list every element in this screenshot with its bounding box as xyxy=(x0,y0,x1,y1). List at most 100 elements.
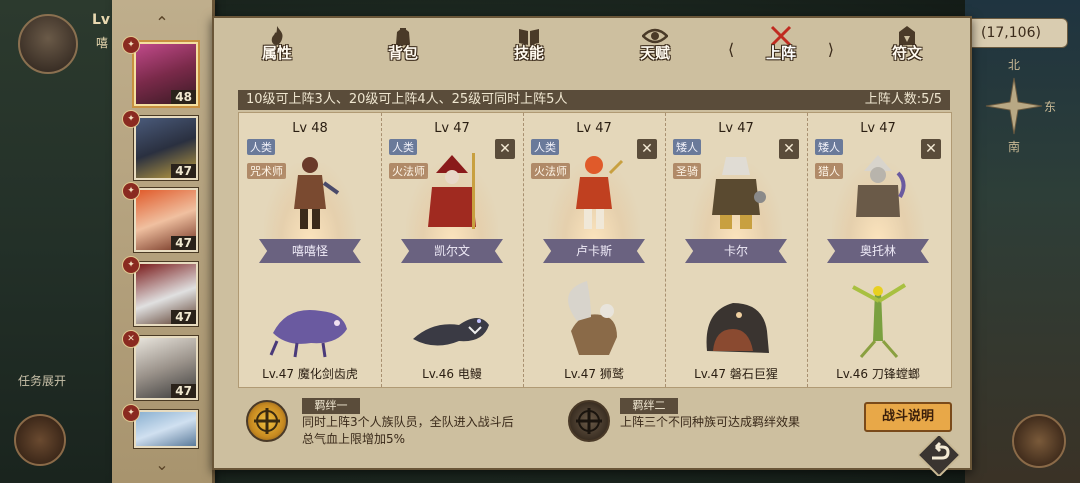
compass-rose-icon xyxy=(985,77,1043,135)
bond-one-description: 同时上阵3个人族队员，全队进入战斗后 总气血上限增加5% xyxy=(302,414,542,448)
class-badge-icon: ✕ xyxy=(122,330,140,348)
tab-formation[interactable]: ⟨ 上阵 ⟩ xyxy=(718,18,844,78)
tab-label: 技能 xyxy=(513,44,544,62)
party-slot-level: 48 xyxy=(171,90,196,104)
class-badge-icon: ✦ xyxy=(122,36,140,54)
member-name-banner: 凯尔文 xyxy=(401,239,503,263)
member-level: Lv 47 xyxy=(860,121,896,136)
party-slot-level: 47 xyxy=(171,164,196,178)
battle-instructions-button[interactable]: 战斗说明 xyxy=(864,402,952,432)
remove-member-button[interactable]: ✕ xyxy=(495,139,515,159)
player-level-label: Lv xyxy=(92,12,111,28)
character-figure-image xyxy=(712,157,766,229)
formation-notice: 10级可上阵3人、20级可上阵4人、25级可同时上阵5人 上阵人数:5/5 xyxy=(238,90,950,110)
member-card[interactable]: Lv 47 人类 火法师 ✕ 凯尔文 Lv.46 电鳗 xyxy=(381,113,524,387)
pet-image xyxy=(413,318,489,346)
tab-bar: 属性 背包 技能 天赋 ⟨ 上阵 ⟩ 符文 xyxy=(214,18,970,78)
member-race-tag: 人类 xyxy=(247,139,275,155)
player-avatar[interactable] xyxy=(18,14,78,74)
compass-north: 北 xyxy=(1008,58,1021,72)
tab-label: 属性 xyxy=(261,44,292,62)
party-scroll-down-icon[interactable]: ⌄ xyxy=(150,457,174,473)
member-race-tag: 人类 xyxy=(389,139,417,155)
tab-runes[interactable]: 符文 xyxy=(844,18,970,78)
bond-two-desc-line1: 上阵三个不同种族可达成羁绊效果 xyxy=(620,415,801,429)
remove-member-button[interactable]: ✕ xyxy=(921,139,941,159)
pet-label: Lv.46 刀锋螳螂 xyxy=(836,367,920,381)
member-card[interactable]: Lv 47 矮人 猎人 ✕ 奥托林 Lv.46 刀锋螳螂 xyxy=(807,113,949,387)
bond-two-title: 羁绊二 xyxy=(620,398,678,414)
formation-panel: 属性 背包 技能 天赋 ⟨ 上阵 ⟩ 符文 10级可上阵3人、20级可上阵4人、… xyxy=(212,16,972,470)
tab-attributes[interactable]: 属性 xyxy=(214,18,340,78)
party-slot-2[interactable]: 47 xyxy=(134,116,198,180)
bond-one-icon[interactable] xyxy=(246,400,288,442)
tab-skills[interactable]: 技能 xyxy=(466,18,592,78)
map-background-right xyxy=(965,0,1080,483)
tab-label: 天赋 xyxy=(639,44,670,62)
party-scroll-up-icon[interactable]: ⌃ xyxy=(150,15,174,31)
formation-rule-text: 10级可上阵3人、20级可上阵4人、25级可同时上阵5人 xyxy=(246,92,568,107)
map-background-left xyxy=(0,0,120,483)
pet-image xyxy=(568,281,617,355)
class-badge-icon: ✦ xyxy=(122,182,140,200)
character-figure-image xyxy=(576,156,624,229)
party-sidebar: ⌃ ✦ 48 ✦ 47 ✦ 47 ✦ 47 ✕ 47 ✦ ⌄ xyxy=(112,0,215,483)
task-expand-button[interactable]: 任务展开 xyxy=(18,372,66,389)
tab-backpack[interactable]: 背包 xyxy=(340,18,466,78)
class-badge-icon: ✦ xyxy=(122,256,140,274)
member-card[interactable]: Lv 48 人类 咒术师 嘻嘻怪 Lv.47 魔化剑齿虎 xyxy=(239,113,382,387)
party-slot-5[interactable]: 47 xyxy=(134,336,198,400)
pet-image xyxy=(706,303,769,353)
compass-south: 南 xyxy=(1008,140,1021,154)
member-name-banner: 卢卡斯 xyxy=(543,239,645,263)
bond-two-icon[interactable] xyxy=(568,400,610,442)
party-slot-level: 47 xyxy=(171,310,196,324)
bond-two-description: 上阵三个不同种族可达成羁绊效果 xyxy=(620,414,840,431)
character-figure-image xyxy=(856,155,906,217)
formation-roster: Lv 48 人类 咒术师 嘻嘻怪 Lv.47 魔化剑齿虎 Lv 47 人类 火法… xyxy=(238,112,952,388)
party-slot-4[interactable]: 47 xyxy=(134,262,198,326)
left-action-button[interactable] xyxy=(14,414,66,466)
member-name-banner: 卡尔 xyxy=(685,239,787,263)
member-level: Lv 47 xyxy=(718,121,754,136)
pet-label: Lv.47 狮鹫 xyxy=(564,367,624,381)
party-slot-level: 47 xyxy=(171,236,196,250)
member-card[interactable]: Lv 47 人类 火法师 ✕ 卢卡斯 Lv.47 狮鹫 xyxy=(523,113,666,387)
party-slot-level: 47 xyxy=(171,384,196,398)
party-slot-6[interactable] xyxy=(134,410,198,448)
tab-talents[interactable]: 天赋 xyxy=(592,18,718,78)
pet-label: Lv.46 电鳗 xyxy=(422,367,482,381)
pet-image xyxy=(269,309,347,358)
tab-bracket-right: ⟩ xyxy=(827,40,834,59)
portrait-image xyxy=(136,412,196,446)
character-figure-image xyxy=(428,153,476,229)
pet-image xyxy=(852,283,907,358)
remove-member-button[interactable]: ✕ xyxy=(779,139,799,159)
member-name-banner: 嘻嘻怪 xyxy=(259,239,361,263)
party-slot-3[interactable]: 47 xyxy=(134,188,198,252)
class-badge-icon: ✦ xyxy=(122,110,140,128)
tab-label: 背包 xyxy=(387,44,418,62)
tab-label: 符文 xyxy=(891,44,922,62)
right-action-button[interactable] xyxy=(1012,414,1066,468)
return-arrow-icon[interactable] xyxy=(918,436,960,476)
member-level: Lv 47 xyxy=(434,121,470,136)
pet-label: Lv.47 磐石巨猩 xyxy=(694,367,778,381)
member-race-tag: 矮人 xyxy=(673,139,701,155)
member-name-banner: 奥托林 xyxy=(827,239,929,263)
formation-count: 上阵人数:5/5 xyxy=(864,92,942,107)
bond-one-desc-line2: 总气血上限增加5% xyxy=(302,432,406,446)
member-card[interactable]: Lv 47 矮人 圣骑 ✕ 卡尔 Lv.47 磐石巨猩 xyxy=(665,113,808,387)
member-level: Lv 48 xyxy=(292,121,328,136)
remove-member-button[interactable]: ✕ xyxy=(637,139,657,159)
bond-one-title: 羁绊一 xyxy=(302,398,360,414)
party-slot-1[interactable]: 48 xyxy=(134,42,198,106)
player-name-fragment: 嘻 xyxy=(96,36,109,50)
compass-east: 东 xyxy=(1044,100,1057,114)
member-level: Lv 47 xyxy=(576,121,612,136)
member-race-tag: 矮人 xyxy=(815,139,843,155)
bond-one-desc-line1: 同时上阵3个人族队员，全队进入战斗后 xyxy=(302,415,514,429)
character-figure-image xyxy=(294,157,340,229)
member-race-tag: 人类 xyxy=(531,139,559,155)
tab-label: 上阵 xyxy=(765,44,796,62)
